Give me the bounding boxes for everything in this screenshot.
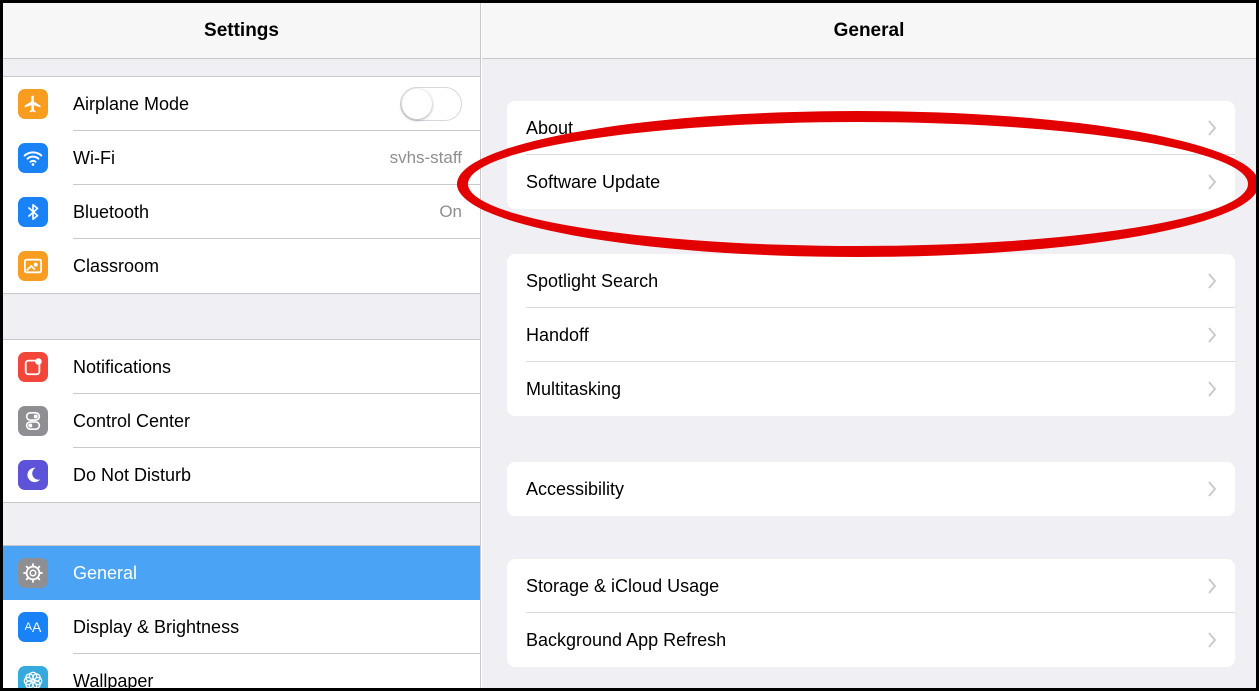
wifi-icon bbox=[18, 143, 48, 173]
sidebar-item-do-not-disturb[interactable]: Do Not Disturb bbox=[3, 448, 480, 502]
general-group-storage: Storage & iCloud Usage Background App Re… bbox=[507, 559, 1235, 667]
wallpaper-icon bbox=[18, 666, 48, 688]
sidebar-item-label: Classroom bbox=[73, 255, 160, 276]
notifications-icon bbox=[18, 352, 48, 382]
general-item-label: Background App Refresh bbox=[526, 629, 727, 650]
sidebar-item-wallpaper[interactable]: Wallpaper bbox=[3, 654, 480, 691]
sidebar-item-display-brightness[interactable]: AA Display & Brightness bbox=[3, 600, 480, 654]
sidebar-item-general[interactable]: General bbox=[3, 546, 480, 600]
chevron-right-icon bbox=[1208, 481, 1217, 497]
chevron-right-icon bbox=[1208, 327, 1217, 343]
sidebar-item-label: Wallpaper bbox=[73, 670, 154, 691]
general-group-features: Spotlight Search Handoff Multitasking bbox=[507, 254, 1235, 416]
sidebar-title: Settings bbox=[3, 3, 480, 59]
general-item-software-update[interactable]: Software Update bbox=[507, 155, 1235, 209]
general-item-label: Software Update bbox=[526, 171, 661, 192]
sidebar-item-label: Notifications bbox=[73, 356, 172, 377]
sidebar-item-label: General bbox=[73, 562, 138, 583]
general-group-accessibility: Accessibility bbox=[507, 462, 1235, 516]
sidebar-item-airplane-mode[interactable]: Airplane Mode bbox=[3, 77, 480, 131]
settings-group-notifications: Notifications Control Center Do Not Dist… bbox=[3, 339, 480, 503]
general-item-accessibility[interactable]: Accessibility bbox=[507, 462, 1235, 516]
sidebar-item-wifi[interactable]: Wi-Fi svhs-staff bbox=[3, 131, 480, 185]
chevron-right-icon bbox=[1208, 578, 1217, 594]
general-item-label: Spotlight Search bbox=[526, 270, 659, 291]
bluetooth-icon bbox=[18, 197, 48, 227]
settings-group-connectivity: Airplane Mode Wi-Fi svhs-staff Bluetooth… bbox=[3, 76, 480, 294]
classroom-icon bbox=[18, 251, 48, 281]
sidebar-item-label: Bluetooth bbox=[73, 201, 150, 222]
airplane-icon bbox=[18, 89, 48, 119]
control-center-icon bbox=[18, 406, 48, 436]
general-item-label: Storage & iCloud Usage bbox=[526, 575, 720, 596]
bluetooth-status-value: On bbox=[439, 202, 462, 221]
chevron-right-icon bbox=[1208, 381, 1217, 397]
general-group-about: About Software Update bbox=[507, 101, 1235, 209]
detail-title: General bbox=[482, 3, 1256, 59]
sidebar-item-label: Wi-Fi bbox=[73, 147, 115, 168]
chevron-right-icon bbox=[1208, 632, 1217, 648]
general-detail-pane: General About Software Update Spotlight … bbox=[482, 3, 1256, 688]
gear-icon bbox=[18, 558, 48, 588]
general-item-multitasking[interactable]: Multitasking bbox=[507, 362, 1235, 416]
sidebar-item-label: Control Center bbox=[73, 410, 191, 431]
general-item-label: Handoff bbox=[526, 324, 589, 345]
sidebar-item-label: Airplane Mode bbox=[73, 93, 190, 114]
general-item-background-app-refresh[interactable]: Background App Refresh bbox=[507, 613, 1235, 667]
sidebar-item-label: Display & Brightness bbox=[73, 616, 240, 637]
airplane-mode-toggle[interactable] bbox=[400, 87, 462, 121]
settings-group-general: General AA Display & Brightness Wallpape… bbox=[3, 545, 480, 691]
moon-icon bbox=[18, 460, 48, 490]
chevron-right-icon bbox=[1208, 273, 1217, 289]
chevron-right-icon bbox=[1208, 120, 1217, 136]
ipad-settings-screen: Settings Airplane Mode Wi-Fi svhs-staff bbox=[0, 0, 1259, 691]
sidebar-item-bluetooth[interactable]: Bluetooth On bbox=[3, 185, 480, 239]
display-brightness-icon: AA bbox=[18, 612, 48, 642]
sidebar-item-classroom[interactable]: Classroom bbox=[3, 239, 480, 293]
general-item-storage-icloud-usage[interactable]: Storage & iCloud Usage bbox=[507, 559, 1235, 613]
toggle-knob bbox=[402, 89, 432, 119]
sidebar-item-control-center[interactable]: Control Center bbox=[3, 394, 480, 448]
general-item-label: Accessibility bbox=[526, 478, 625, 499]
general-item-handoff[interactable]: Handoff bbox=[507, 308, 1235, 362]
chevron-right-icon bbox=[1208, 174, 1217, 190]
wifi-network-value: svhs-staff bbox=[389, 148, 462, 167]
general-item-label: About bbox=[526, 117, 574, 138]
general-item-label: Multitasking bbox=[526, 378, 622, 399]
sidebar-item-notifications[interactable]: Notifications bbox=[3, 340, 480, 394]
general-item-spotlight-search[interactable]: Spotlight Search bbox=[507, 254, 1235, 308]
settings-sidebar: Settings Airplane Mode Wi-Fi svhs-staff bbox=[3, 3, 481, 688]
sidebar-item-label: Do Not Disturb bbox=[73, 464, 192, 485]
general-item-about[interactable]: About bbox=[507, 101, 1235, 155]
